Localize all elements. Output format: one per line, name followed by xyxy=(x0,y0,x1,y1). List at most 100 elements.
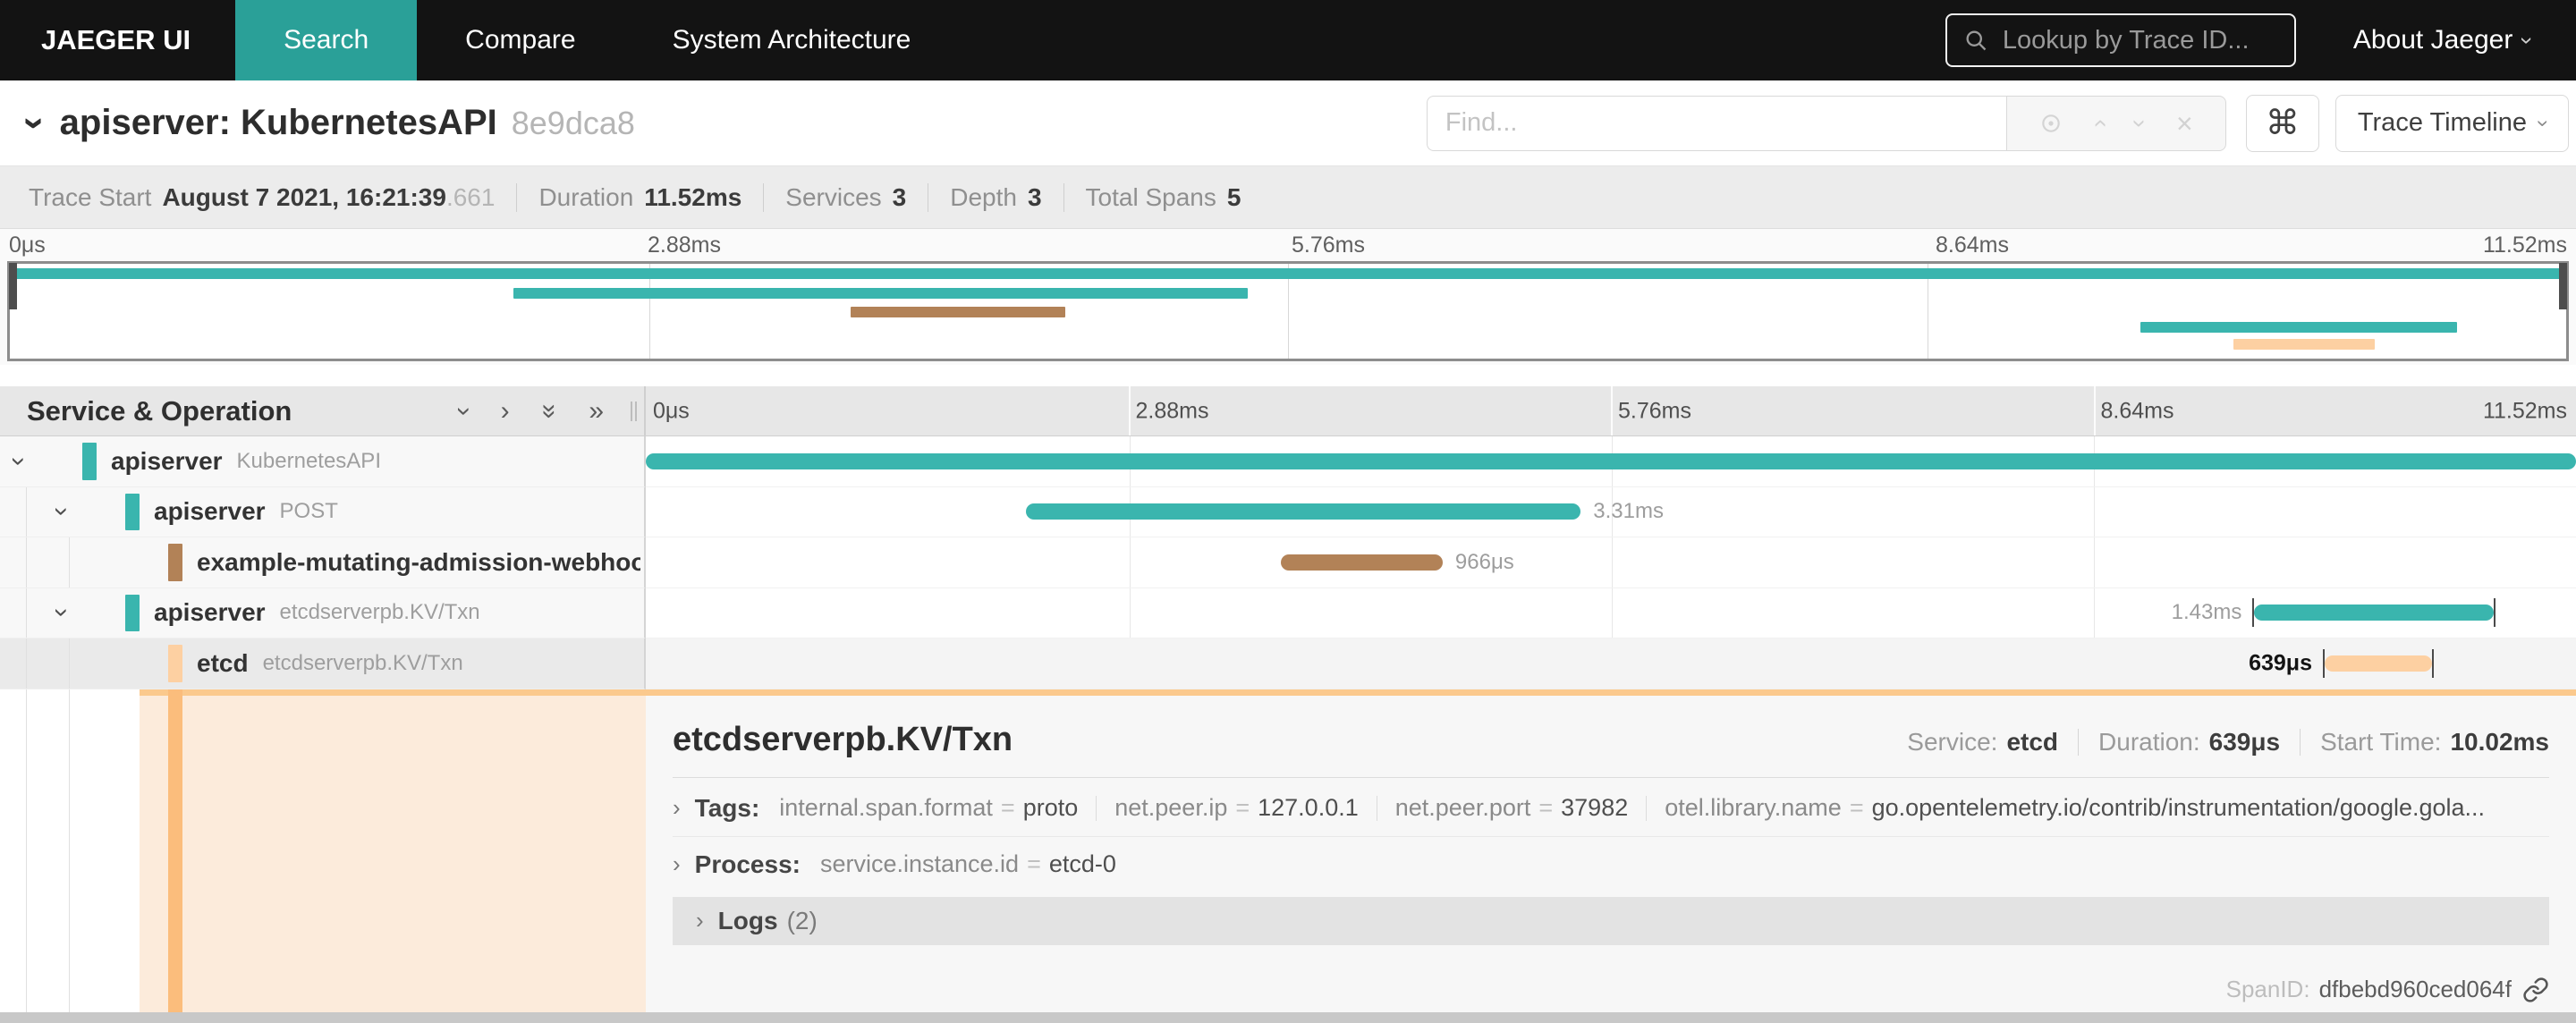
detail-operation-title: etcdserverpb.KV/Txn xyxy=(673,720,1013,758)
focus-target-icon[interactable] xyxy=(2039,112,2063,135)
link-icon[interactable] xyxy=(2522,976,2549,1003)
trace-id-lookup[interactable] xyxy=(1945,13,2296,67)
timeline-header: Service & Operation › › » » 0μs 2.88ms 5… xyxy=(0,386,2576,436)
stat-suffix: .661 xyxy=(445,182,496,211)
tag-key: net.peer.port xyxy=(1394,794,1531,821)
selected-span-color-bar xyxy=(168,689,182,1012)
collapse-span-chevron-icon[interactable]: › xyxy=(4,457,34,466)
axis-tick: 2.88ms xyxy=(648,232,721,258)
chevron-down-icon: › xyxy=(2514,36,2542,45)
tag-key: internal.span.format xyxy=(779,794,993,821)
process-accordion[interactable]: › Process: service.instance.id = etcd-0 xyxy=(673,850,2549,886)
stat-value: 3 xyxy=(892,182,907,211)
stat-label: Services xyxy=(785,182,882,211)
next-result-icon[interactable]: › xyxy=(2126,119,2154,127)
span-operation: etcdserverpb.KV/Txn xyxy=(279,600,480,625)
chevron-down-icon: › xyxy=(2531,119,2555,127)
span-color-bar xyxy=(82,443,97,480)
chevron-right-icon: › xyxy=(673,850,681,877)
tag-value: proto xyxy=(1022,794,1079,821)
shortcuts-button[interactable]: ⌘ xyxy=(2245,94,2319,152)
stat-value: August 7 2021, 16:21:39 xyxy=(162,182,446,211)
tags-accordion[interactable]: › Tags: internal.span.format = proto net… xyxy=(673,794,2549,837)
axis-tick: 0μs xyxy=(9,232,46,258)
span-duration-label: 639μs xyxy=(2249,650,2313,676)
service-operation-header: Service & Operation xyxy=(27,394,292,427)
span-operation: POST xyxy=(279,499,338,524)
span-row-apiserver-txn[interactable]: › apiserver etcdserverpb.KV/Txn 1.43ms xyxy=(0,588,2576,638)
logs-count: (2) xyxy=(786,906,818,934)
span-row-etcd-txn-selected[interactable]: etcd etcdserverpb.KV/Txn 639μs xyxy=(0,638,2576,689)
span-detail-region: etcdserverpb.KV/Txn Service: etcd Durati… xyxy=(0,689,2576,1012)
app-brand: JAEGER UI xyxy=(41,24,191,55)
axis-tick: 5.76ms xyxy=(1292,232,1365,258)
span-id-value: dfbebd960ced064f xyxy=(2318,976,2512,1002)
nav-item-system-architecture[interactable]: System Architecture xyxy=(624,0,960,80)
logs-accordion[interactable]: › Logs (2) xyxy=(673,896,2549,945)
span-row-webhook[interactable]: example-mutating-admission-webhook... 96… xyxy=(0,537,2576,588)
collapse-all-icon[interactable]: › xyxy=(450,407,479,416)
nav-item-compare[interactable]: Compare xyxy=(417,0,623,80)
timeline-header-left: Service & Operation › › » » xyxy=(0,386,646,435)
view-selector-button[interactable]: Trace Timeline › xyxy=(2334,94,2569,152)
column-resize-handle[interactable] xyxy=(631,401,637,421)
trace-id-lookup-input[interactable] xyxy=(2000,24,2278,56)
span-row-apiserver-kubernetesapi[interactable]: › apiserver KubernetesAPI xyxy=(0,436,2576,487)
span-operation: KubernetesAPI xyxy=(236,448,381,473)
collapse-span-chevron-icon[interactable]: › xyxy=(47,608,77,617)
axis-tick: 8.64ms xyxy=(1936,232,2009,258)
minimap-viewport[interactable] xyxy=(7,261,2569,361)
span-duration-bar[interactable] xyxy=(1280,554,1443,571)
meta-label: Service: xyxy=(1907,727,1998,756)
selected-span-highlight xyxy=(140,689,646,1012)
minimap-span-bar xyxy=(2233,339,2376,350)
axis-tick: 0μs xyxy=(653,398,690,423)
span-duration-bar[interactable] xyxy=(1026,503,1581,520)
tag-value: go.opentelemetry.io/contrib/instrumentat… xyxy=(1871,794,2486,821)
span-row-apiserver-post[interactable]: › apiserver POST 3.31ms xyxy=(0,486,2576,537)
trace-title: apiserver: KubernetesAPI xyxy=(59,103,497,142)
stat-label: Total Spans xyxy=(1085,182,1216,211)
stat-value: 5 xyxy=(1226,182,1241,211)
span-service: etcd xyxy=(197,648,249,677)
minimap-left-drag-handle[interactable] xyxy=(9,263,17,309)
trace-id: 8e9dca8 xyxy=(511,104,635,141)
bottom-scrollbar[interactable] xyxy=(0,1012,2576,1023)
clear-find-icon[interactable]: × xyxy=(2176,109,2193,138)
about-jaeger-menu[interactable]: About Jaeger › xyxy=(2353,25,2541,55)
collapse-span-chevron-icon[interactable]: › xyxy=(47,507,77,516)
axis-tick: 2.88ms xyxy=(1135,398,1209,423)
search-icon xyxy=(1963,28,1988,53)
tag-key: net.peer.ip xyxy=(1114,794,1228,821)
chevron-right-icon: › xyxy=(673,794,681,821)
find-controls: › › × xyxy=(2005,95,2226,151)
minimap-right-drag-handle[interactable] xyxy=(2559,263,2567,309)
meta-value: 10.02ms xyxy=(2450,727,2549,756)
stat-label: Duration xyxy=(538,182,634,211)
axis-tick: 8.64ms xyxy=(2100,398,2174,423)
tags-label: Tags: xyxy=(694,793,760,822)
process-value: etcd-0 xyxy=(1048,850,1116,877)
minimap-span-bar xyxy=(2140,322,2458,333)
minimap-axis: 0μs 2.88ms 5.76ms 8.64ms 11.52ms xyxy=(0,229,2576,261)
minimap-span-bar xyxy=(10,268,2566,279)
span-service: apiserver xyxy=(154,497,266,526)
span-service: apiserver xyxy=(154,598,266,627)
minimap-span-bar xyxy=(851,307,1065,317)
span-duration-bar[interactable] xyxy=(2323,648,2434,678)
find-input[interactable] xyxy=(1426,95,2006,151)
meta-value: 639μs xyxy=(2208,727,2281,756)
process-label: Process: xyxy=(694,850,801,878)
prev-result-icon[interactable]: › xyxy=(2085,119,2113,127)
stat-label: Depth xyxy=(950,182,1017,211)
span-duration-bar[interactable] xyxy=(2252,598,2496,628)
stat-label: Trace Start xyxy=(29,182,152,211)
expand-all-icon[interactable]: » xyxy=(589,397,604,425)
expand-one-icon[interactable]: › xyxy=(501,397,510,425)
collapse-deep-icon[interactable]: » xyxy=(535,403,564,418)
span-duration-bar[interactable] xyxy=(646,452,2576,469)
tag-key: otel.library.name xyxy=(1665,794,1842,821)
span-duration-label: 966μs xyxy=(1454,549,1514,574)
collapse-trace-chevron-icon[interactable]: › xyxy=(13,116,57,130)
nav-item-search[interactable]: Search xyxy=(235,0,418,80)
